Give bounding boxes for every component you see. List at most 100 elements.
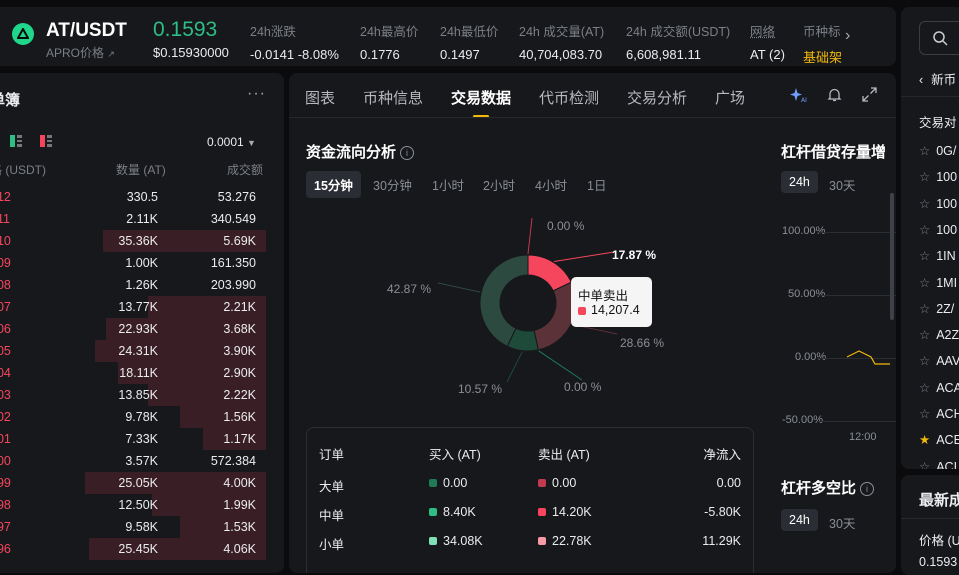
orderbook-row[interactable]: 604 18.11K 2.90K xyxy=(0,362,284,384)
divider xyxy=(901,518,959,519)
flow-period-5[interactable]: 1日 xyxy=(579,171,614,198)
pair-list-item[interactable]: ☆ 0G/ xyxy=(919,143,956,158)
qty-cell: 9.58K xyxy=(125,520,158,534)
pair-list-item[interactable]: ☆ 2Z/ xyxy=(919,301,954,316)
orderbook-row[interactable]: 610 35.36K 5.69K xyxy=(0,230,284,252)
star-icon[interactable]: ☆ xyxy=(919,170,930,184)
donut-leader-1 xyxy=(554,251,615,263)
breadcrumb[interactable]: ‹ 新币 xyxy=(919,69,956,88)
tab-3[interactable]: 代币检测 xyxy=(539,87,599,108)
qty-cell: 13.85K xyxy=(118,388,158,402)
orderbook-row[interactable]: 612 330.5 53.276 xyxy=(0,186,284,208)
pair-list-item[interactable]: ☆ 1MI xyxy=(919,275,957,290)
info-icon[interactable]: i xyxy=(400,146,415,160)
orderbook-row[interactable]: 596 25.45K 4.06K xyxy=(0,538,284,560)
donut-leader-4 xyxy=(506,351,523,383)
star-icon[interactable]: ☆ xyxy=(919,302,930,316)
star-icon[interactable]: ☆ xyxy=(919,354,930,368)
flow-row-sell: 22.78K xyxy=(538,534,592,548)
pair-list-item[interactable]: ☆ A2Z xyxy=(919,327,959,342)
orderbook-row[interactable]: 607 13.77K 2.21K xyxy=(0,296,284,318)
orderbook-row[interactable]: 598 12.50K 1.99K xyxy=(0,494,284,516)
pair-list-item[interactable]: ☆ 100 xyxy=(919,169,957,184)
star-icon[interactable]: ☆ xyxy=(919,381,930,395)
scrollbar[interactable] xyxy=(890,193,894,320)
orderbook-row[interactable]: 608 1.26K 203.990 xyxy=(0,274,284,296)
total-cell: 5.69K xyxy=(223,234,256,248)
star-icon[interactable]: ☆ xyxy=(919,144,930,158)
orderbook-row[interactable]: 609 1.00K 161.350 xyxy=(0,252,284,274)
orderbook-row[interactable]: 599 25.05K 4.00K xyxy=(0,472,284,494)
donut-label-mid-sell: 17.87 % xyxy=(612,248,657,262)
pair-list-item[interactable]: ★ ACE xyxy=(919,432,959,447)
longshort-period-24h[interactable]: 24h xyxy=(781,509,818,531)
star-icon[interactable]: ☆ xyxy=(919,276,930,290)
orderbook-row[interactable]: 603 13.85K 2.22K xyxy=(0,384,284,406)
flow-period-4[interactable]: 4小时 xyxy=(527,171,575,198)
ai-sparkle-icon[interactable]: AI xyxy=(790,87,808,107)
bell-icon[interactable] xyxy=(827,87,842,107)
donut-label-large-sell: 0.00 % xyxy=(547,219,585,233)
orderbook-row[interactable]: 606 22.93K 3.68K xyxy=(0,318,284,340)
donut-leader-3 xyxy=(538,350,583,381)
tab-2[interactable]: 交易数据 xyxy=(451,87,511,118)
star-icon[interactable]: ☆ xyxy=(919,197,930,211)
stat-change: 24h涨跌 -0.0141 -8.08% xyxy=(250,25,339,62)
pair-list-item[interactable]: ☆ ACI xyxy=(919,459,957,469)
expand-icon[interactable] xyxy=(862,87,877,106)
tab-5[interactable]: 广场 xyxy=(715,87,745,108)
price-link[interactable]: APRO价格 ↗ xyxy=(46,44,115,61)
flow-col-3: 净流入 xyxy=(703,448,741,462)
tab-0[interactable]: 图表 xyxy=(305,87,335,108)
flow-row-net-value: 0.00 xyxy=(716,476,741,490)
orderbook-row[interactable]: 605 24.31K 3.90K xyxy=(0,340,284,362)
flow-period-0[interactable]: 15分钟 xyxy=(306,171,361,198)
pair-list-item[interactable]: ☆ AAV xyxy=(919,353,959,368)
star-icon[interactable]: ☆ xyxy=(919,460,930,469)
chevron-right-icon[interactable]: › xyxy=(845,27,850,45)
star-icon[interactable]: ☆ xyxy=(919,223,930,237)
stat-tag[interactable]: 币种标 基础架 xyxy=(803,21,843,66)
pair-list-item[interactable]: ☆ 1IN xyxy=(919,248,956,263)
pair-list-item[interactable]: ☆ ACA xyxy=(919,380,959,395)
leverage-period-24h[interactable]: 24h xyxy=(781,171,818,193)
both-view-icon[interactable] xyxy=(10,135,22,150)
orderbook-row[interactable]: 600 3.57K 572.384 xyxy=(0,450,284,472)
star-icon[interactable]: ☆ xyxy=(919,249,930,263)
flow-row-name-value: 中单 xyxy=(319,509,345,523)
flow-period-2[interactable]: 1小时 xyxy=(424,171,472,198)
star-icon[interactable]: ☆ xyxy=(919,328,930,342)
orderbook-row[interactable]: 597 9.58K 1.53K xyxy=(0,516,284,538)
gridline xyxy=(817,421,896,422)
pair-list-item[interactable]: ☆ 100 xyxy=(919,196,957,211)
latest-trades-title: 最新成 xyxy=(919,492,959,509)
orderbook-row[interactable]: 611 2.11K 340.549 xyxy=(0,208,284,230)
donut-leader-5 xyxy=(437,282,481,293)
orderbook-row[interactable]: 602 9.78K 1.56K xyxy=(0,406,284,428)
total-cell: 1.17K xyxy=(223,432,256,446)
orderbook-row[interactable]: 601 7.33K 1.17K xyxy=(0,428,284,450)
pair-list-item[interactable]: ☆ 100 xyxy=(919,222,957,237)
leverage-period-30d[interactable]: 30天 xyxy=(821,171,863,198)
flow-period-1[interactable]: 30分钟 xyxy=(365,171,420,198)
stat-network[interactable]: 网络 AT (2) xyxy=(750,21,785,62)
price-cell: 599 xyxy=(0,476,11,490)
flow-row-sell-value: 22.78K xyxy=(552,534,592,548)
flow-row-net-value: -5.80K xyxy=(704,505,741,519)
longshort-period-30d[interactable]: 30天 xyxy=(821,509,863,536)
tab-1[interactable]: 币种信息 xyxy=(363,87,423,108)
qty-cell: 25.45K xyxy=(118,542,158,556)
search-input[interactable] xyxy=(919,21,959,55)
total-cell: 203.990 xyxy=(210,278,256,292)
info-icon[interactable]: i xyxy=(860,482,875,496)
more-icon[interactable]: ··· xyxy=(247,85,266,103)
tab-4[interactable]: 交易分析 xyxy=(627,87,687,108)
flow-period-3[interactable]: 2小时 xyxy=(475,171,523,198)
star-icon[interactable]: ☆ xyxy=(919,407,930,421)
pair-symbol[interactable]: AT/USDT xyxy=(46,20,127,42)
donut-slice-2[interactable] xyxy=(533,281,577,351)
pair-list-item[interactable]: ☆ ACH xyxy=(919,406,959,421)
precision-select[interactable]: 0.0001 ▼ xyxy=(207,135,256,149)
asks-view-icon[interactable] xyxy=(40,135,52,150)
star-icon[interactable]: ★ xyxy=(919,433,930,447)
